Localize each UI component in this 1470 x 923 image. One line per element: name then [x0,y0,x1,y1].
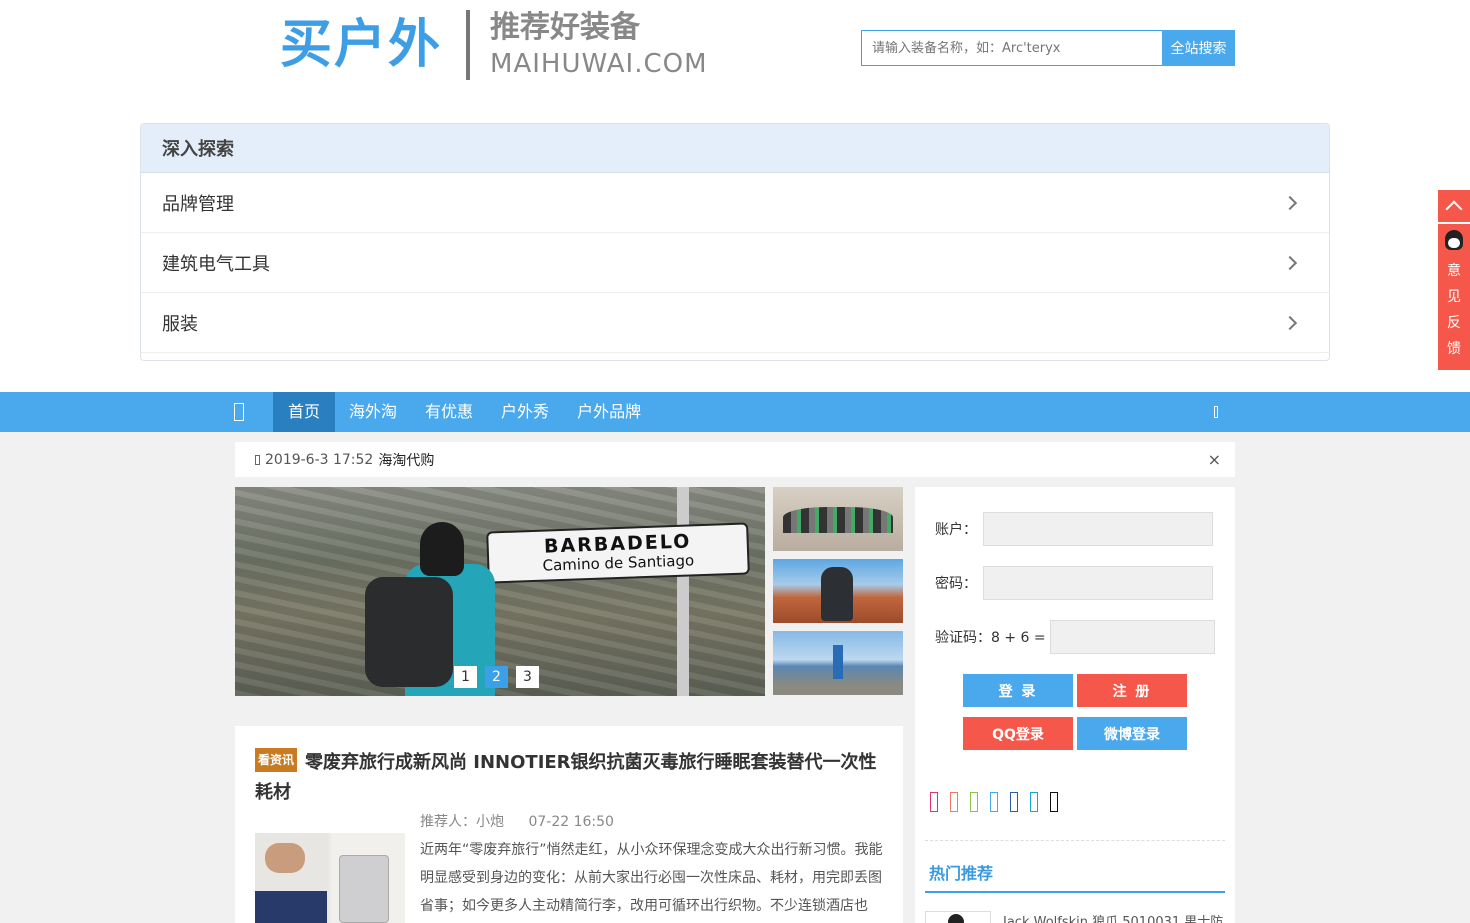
feedback-char: 见 [1447,289,1461,305]
article-title-row[interactable]: 看资讯 零废弃旅行成新风尚 INNOTIER银织抗菌灭毒旅行睡眠套装替代一次性耗材 [255,748,885,808]
share-icon-4[interactable] [990,792,998,812]
explore-item-label: 服装 [162,313,198,335]
banner-sign: BARBADELO Camino de Santiago [486,522,750,584]
thumb-bed [255,891,327,923]
search-input[interactable] [861,30,1162,66]
explore-item-label: 建筑电气工具 [162,253,270,275]
header-area: 买户外 推荐好装备 MAIHUWAI.COM 全站搜索 深入探索 品牌管理 建筑… [0,0,1470,392]
search-bar: 全站搜索 [861,30,1235,66]
qq-login-button[interactable]: QQ登录 [963,717,1073,750]
feedback-char: 反 [1447,315,1461,331]
explore-panel: 深入探索 品牌管理 建筑电气工具 服装 [140,123,1330,361]
share-icon-2[interactable] [950,792,958,812]
banner-image: BARBADELO Camino de Santiago [235,487,765,696]
menu-icon[interactable] [234,403,244,421]
article-thumbnail[interactable] [255,833,405,923]
thumbnail-backpacker[interactable] [773,559,903,623]
hiker-head [420,522,464,576]
notice-bar: 2019-6-3 17:52 海淘代购 × [235,442,1235,477]
divider [925,840,1225,841]
thumb-person [265,843,305,873]
explore-item-brand[interactable]: 品牌管理 [141,173,1329,233]
notice-title[interactable]: 海淘代购 [378,450,434,470]
banner-slider[interactable]: BARBADELO Camino de Santiago 1 2 3 [235,487,765,696]
nav-item-overseas[interactable]: 海外淘 [335,392,411,432]
chevron-right-icon [1282,255,1298,270]
password-input[interactable] [983,566,1213,600]
slider-dot-active[interactable]: 2 [485,666,508,688]
share-icon-1[interactable] [930,792,938,812]
explore-item-clothing[interactable]: 服装 [141,293,1329,353]
share-icon-7[interactable] [1050,792,1058,812]
thumbnail-boots[interactable] [773,487,903,551]
captcha-input[interactable] [1049,620,1215,654]
notice-date: 2019-6-3 17:52 [265,451,374,468]
slider-dot[interactable]: 1 [454,666,477,688]
qq-icon [1445,230,1463,250]
thumbnail-coast[interactable] [773,631,903,695]
thumb-suitcase [339,855,389,923]
captcha-row: 验证码：8 + 6 = [935,620,1215,654]
account-input[interactable] [983,512,1213,546]
chevron-right-icon [1282,195,1298,210]
login-panel: 账户： 密码： 验证码：8 + 6 = 登 录 注 册 QQ登录 微博登录 热门… [915,487,1235,923]
share-icon-5[interactable] [1010,792,1018,812]
account-row: 账户： [935,512,1213,546]
logo-slogan: 推荐好装备 [490,10,641,45]
logo-domain: MAIHUWAI.COM [490,49,708,79]
share-icon-6[interactable] [1030,792,1038,812]
chevron-right-icon [1282,315,1298,330]
feedback-char: 馈 [1447,341,1461,357]
notice-icon [255,454,260,465]
hot-recommend-title: 热门推荐 [925,861,1225,893]
explore-title: 深入探索 [141,124,1329,173]
nav-items: 首页 海外淘 有优惠 户外秀 户外品牌 [273,392,655,432]
article-author: 推荐人：小炮 [420,814,504,830]
logo-subtitle: 推荐好装备 MAIHUWAI.COM [490,10,708,79]
article-tag: 看资讯 [255,748,298,772]
search-button[interactable]: 全站搜索 [1162,30,1235,66]
password-label: 密码： [935,576,977,592]
logo-divider [466,10,471,80]
chevron-up-icon [1445,200,1463,218]
article-time: 07-22 16:50 [528,814,614,830]
password-row: 密码： [935,566,1213,600]
hot-item[interactable]: Jack Wolfskin 狼爪 5010031 男士防 [925,911,1225,923]
main-nav: 首页 海外淘 有优惠 户外秀 户外品牌 [0,392,1470,432]
explore-item-tools[interactable]: 建筑电气工具 [141,233,1329,293]
slider-pagination: 1 2 3 [454,666,539,688]
article-meta: 推荐人：小炮 07-22 16:50 [420,811,614,831]
nav-item-deals[interactable]: 有优惠 [411,392,487,432]
sign-line2: Camino de Santiago [542,551,695,575]
nav-item-home[interactable]: 首页 [273,392,336,432]
hot-item-thumbnail [925,911,991,923]
share-icon-3[interactable] [970,792,978,812]
slider-dot[interactable]: 3 [516,666,539,688]
nav-item-show[interactable]: 户外秀 [487,392,563,432]
captcha-label: 验证码：8 + 6 = [935,630,1046,646]
feedback-button[interactable]: 意 见 反 馈 [1438,224,1470,370]
share-icons [930,792,1058,812]
article-card: 看资讯 零废弃旅行成新风尚 INNOTIER银织抗菌灭毒旅行睡眠套装替代一次性耗材… [235,726,903,923]
site-logo[interactable]: 买户外 推荐好装备 MAIHUWAI.COM [280,10,708,80]
explore-item-label: 品牌管理 [162,193,234,215]
nav-item-brands[interactable]: 户外品牌 [563,392,655,432]
logo-main-text: 买户外 [280,15,443,75]
close-icon[interactable]: × [1208,450,1221,469]
login-button[interactable]: 登 录 [963,674,1073,707]
article-excerpt: 近两年“零废弃旅行”悄然走红，从小众环保理念变成大众出行新习惯。我能明显感受到身… [420,842,883,914]
article-title[interactable]: 零废弃旅行成新风尚 INNOTIER银织抗菌灭毒旅行睡眠套装替代一次性耗材 [255,752,877,803]
hiker-backpack [365,577,453,687]
hot-item-title: Jack Wolfskin 狼爪 5010031 男士防 [1003,915,1224,923]
account-label: 账户： [935,522,977,538]
weibo-login-button[interactable]: 微博登录 [1077,717,1187,750]
float-toolbar: 意 见 反 馈 [1438,190,1470,370]
slider-thumbnails [773,487,903,703]
register-button[interactable]: 注 册 [1077,674,1187,707]
nav-search-icon[interactable] [1214,406,1218,418]
back-to-top-button[interactable] [1438,190,1470,222]
feedback-char: 意 [1447,263,1461,279]
banner-pole [677,487,689,696]
